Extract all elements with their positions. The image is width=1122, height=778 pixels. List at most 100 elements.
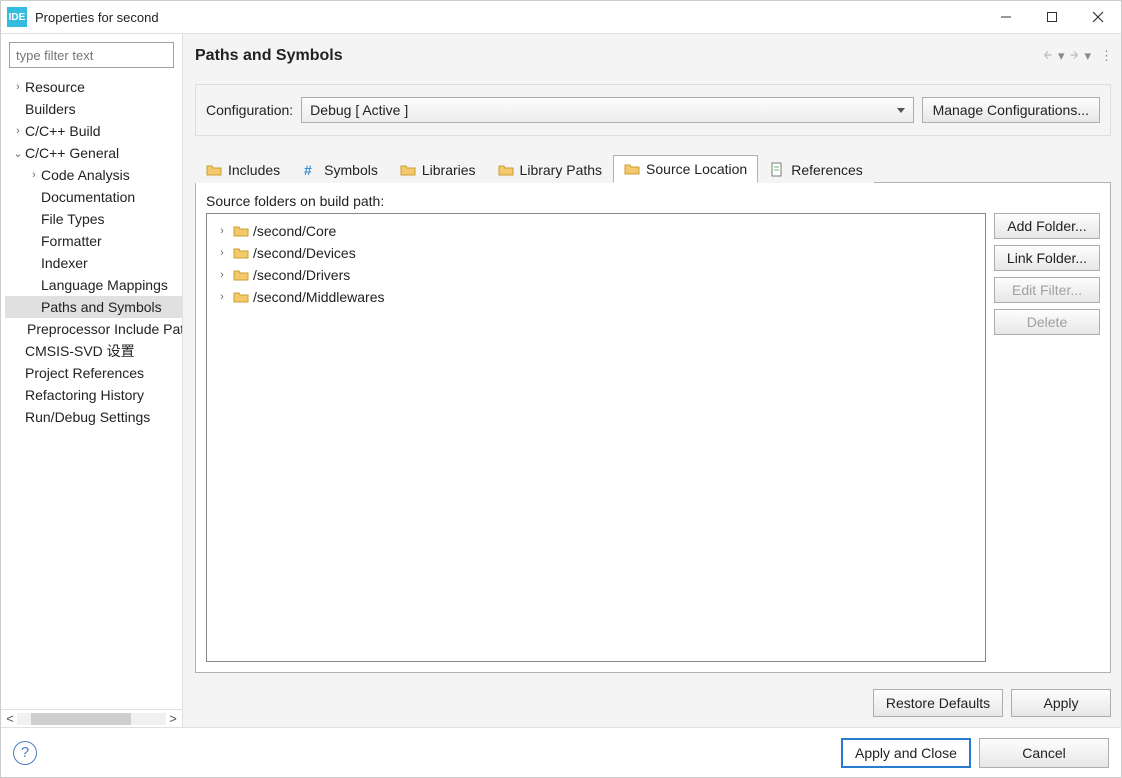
configuration-label: Configuration: xyxy=(206,102,293,118)
tree-item[interactable]: Documentation xyxy=(5,186,182,208)
configuration-panel: Configuration: Debug [ Active ] Manage C… xyxy=(195,84,1111,136)
chevron-right-icon[interactable]: › xyxy=(11,81,25,93)
sidebar-scrollbar[interactable]: < > xyxy=(1,709,182,727)
tree-item-label: Formatter xyxy=(41,233,102,249)
tree-item-label: Documentation xyxy=(41,189,135,205)
tab-includes[interactable]: Includes xyxy=(195,155,291,183)
tab-label: References xyxy=(791,162,863,178)
tree-item-label: Preprocessor Include Paths xyxy=(27,321,182,337)
libraries-icon xyxy=(400,162,416,178)
close-button[interactable] xyxy=(1075,1,1121,33)
tree-item[interactable]: ›Code Analysis xyxy=(5,164,182,186)
tree-item-label: Run/Debug Settings xyxy=(25,409,150,425)
doc-icon xyxy=(769,162,785,178)
titlebar: IDE Properties for second xyxy=(1,1,1121,33)
source-folders-list[interactable]: › /second/Core › /second/Devices › /second/Dr… xyxy=(206,213,986,662)
nav-fwd-icon[interactable] xyxy=(1067,48,1081,65)
tree-item-label: Indexer xyxy=(41,255,88,271)
tabs-bar: Includes # Symbols Libraries Library Paths So… xyxy=(195,154,1111,182)
nav-back-icon[interactable] xyxy=(1041,48,1055,65)
restore-defaults-button[interactable]: Restore Defaults xyxy=(873,689,1003,717)
help-icon[interactable]: ? xyxy=(13,741,37,765)
tree-item[interactable]: Indexer xyxy=(5,252,182,274)
source-caption: Source folders on build path: xyxy=(206,193,1100,209)
tree-item[interactable]: Paths and Symbols xyxy=(5,296,182,318)
app-icon: IDE xyxy=(7,7,27,27)
source-folder-row[interactable]: › /second/Devices xyxy=(211,242,981,264)
view-menu-icon[interactable]: ⋮ xyxy=(1100,48,1111,64)
source-folder-row[interactable]: › /second/Drivers xyxy=(211,264,981,286)
tree-item-label: Language Mappings xyxy=(41,277,168,293)
tree-item-label: Paths and Symbols xyxy=(41,299,162,315)
tree-item[interactable]: File Types xyxy=(5,208,182,230)
includes-icon xyxy=(206,162,222,178)
page-title: Paths and Symbols xyxy=(195,47,343,65)
apply-and-close-button[interactable]: Apply and Close xyxy=(841,738,971,768)
nav-fwd-menu-icon[interactable]: ▾ xyxy=(1084,48,1091,64)
maximize-button[interactable] xyxy=(1029,1,1075,33)
tree-item-label: Project References xyxy=(25,365,144,381)
tab-references[interactable]: References xyxy=(758,155,874,183)
add-folder-button[interactable]: Add Folder... xyxy=(994,213,1100,239)
window-title: Properties for second xyxy=(35,10,159,25)
tree-item[interactable]: Formatter xyxy=(5,230,182,252)
minimize-button[interactable] xyxy=(983,1,1029,33)
tree-item-label: CMSIS-SVD 设置 xyxy=(25,341,135,361)
tree-item[interactable]: ›C/C++ Build xyxy=(5,120,182,142)
tab-source-location[interactable]: Source Location xyxy=(613,155,758,183)
tree-item-label: Code Analysis xyxy=(41,167,130,183)
tree-item-label: File Types xyxy=(41,211,105,227)
source-folder-row[interactable]: › /second/Core xyxy=(211,220,981,242)
chevron-down-icon[interactable]: ⌄ xyxy=(11,147,25,160)
tab-label: Library Paths xyxy=(520,162,602,178)
source-folder-path: /second/Middlewares xyxy=(253,289,385,305)
tab-libraries[interactable]: Libraries xyxy=(389,155,487,183)
delete-button[interactable]: Delete xyxy=(994,309,1100,335)
source-folder-row[interactable]: › /second/Middlewares xyxy=(211,286,981,308)
tree-item[interactable]: CMSIS-SVD 设置 xyxy=(5,340,182,362)
svg-text:#: # xyxy=(304,162,312,178)
tab-label: Symbols xyxy=(324,162,378,178)
manage-configurations-button[interactable]: Manage Configurations... xyxy=(922,97,1100,123)
tree-item[interactable]: Refactoring History xyxy=(5,384,182,406)
chevron-right-icon[interactable]: › xyxy=(215,225,229,237)
chevron-right-icon[interactable]: › xyxy=(215,291,229,303)
folder-icon xyxy=(233,224,249,238)
tree-item[interactable]: ⌄C/C++ General xyxy=(5,142,182,164)
nav-back-menu-icon[interactable]: ▾ xyxy=(1058,48,1065,64)
tree-item-label: Resource xyxy=(25,79,85,95)
tree-item-label: C/C++ General xyxy=(25,145,119,161)
cancel-button[interactable]: Cancel xyxy=(979,738,1109,768)
tree-item[interactable]: Builders xyxy=(5,98,182,120)
folder-icon xyxy=(498,162,514,178)
tab-label: Libraries xyxy=(422,162,476,178)
tab-library-paths[interactable]: Library Paths xyxy=(487,155,613,183)
tree-item-label: Refactoring History xyxy=(25,387,144,403)
hash-icon: # xyxy=(302,162,318,178)
category-tree[interactable]: ›ResourceBuilders›C/C++ Build⌄C/C++ Gene… xyxy=(1,76,182,709)
tree-item-label: C/C++ Build xyxy=(25,123,100,139)
chevron-right-icon[interactable]: › xyxy=(11,125,25,137)
configuration-combo[interactable]: Debug [ Active ] xyxy=(301,97,913,123)
chevron-right-icon[interactable]: › xyxy=(215,247,229,259)
folder-icon xyxy=(233,290,249,304)
tree-item[interactable]: Language Mappings xyxy=(5,274,182,296)
apply-button[interactable]: Apply xyxy=(1011,689,1111,717)
tab-label: Source Location xyxy=(646,161,747,177)
chevron-right-icon[interactable]: › xyxy=(215,269,229,281)
chevron-right-icon[interactable]: › xyxy=(27,169,41,181)
tree-item[interactable]: Project References xyxy=(5,362,182,384)
link-folder-button[interactable]: Link Folder... xyxy=(994,245,1100,271)
folder-icon xyxy=(233,246,249,260)
tree-item[interactable]: ›Resource xyxy=(5,76,182,98)
source-folder-path: /second/Core xyxy=(253,223,336,239)
folder-src-icon xyxy=(624,161,640,177)
source-folder-path: /second/Drivers xyxy=(253,267,350,283)
tree-item[interactable]: Preprocessor Include Paths xyxy=(5,318,182,340)
tab-symbols[interactable]: # Symbols xyxy=(291,155,389,183)
tree-item[interactable]: Run/Debug Settings xyxy=(5,406,182,428)
source-folder-path: /second/Devices xyxy=(253,245,356,261)
tree-item-label: Builders xyxy=(25,101,76,117)
edit-filter-button[interactable]: Edit Filter... xyxy=(994,277,1100,303)
filter-input[interactable] xyxy=(9,42,174,68)
